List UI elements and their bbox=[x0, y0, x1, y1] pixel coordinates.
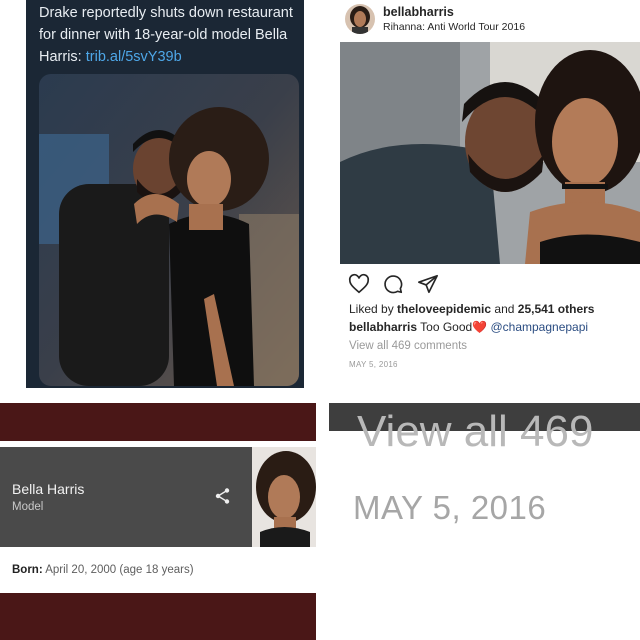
instagram-post: bellabharris Rihanna: Anti World Tour 20… bbox=[340, 0, 640, 380]
share-icon[interactable] bbox=[417, 273, 439, 295]
post-actions bbox=[348, 273, 447, 295]
heart-icon[interactable] bbox=[348, 273, 370, 295]
likes-middle: and bbox=[491, 302, 518, 316]
post-photo[interactable] bbox=[340, 42, 640, 264]
likes-user[interactable]: theloveepidemic bbox=[397, 302, 491, 316]
born-info: Born: April 20, 2000 (age 18 years) bbox=[12, 564, 194, 576]
zoomed-date-text: MAY 5, 2016 bbox=[353, 489, 547, 526]
entity-role: Model bbox=[12, 501, 44, 513]
divider-bar-top bbox=[0, 403, 316, 441]
tweet-link[interactable]: trib.al/5svY39b bbox=[86, 49, 182, 65]
entity-thumbnail-image bbox=[252, 447, 316, 547]
knowledge-card[interactable]: Bella Harris Model bbox=[0, 447, 252, 547]
caption-line: bellabharris Too Good❤️ @champagnepapi bbox=[349, 320, 588, 334]
tweet-photo-image bbox=[39, 74, 299, 386]
entity-name: Bella Harris bbox=[12, 481, 85, 497]
post-username[interactable]: bellabharris bbox=[383, 5, 454, 19]
post-location[interactable]: Rihanna: Anti World Tour 2016 bbox=[383, 21, 525, 33]
avatar[interactable] bbox=[345, 4, 375, 34]
divider-bar-bottom bbox=[0, 593, 316, 640]
caption-text: Too Good bbox=[417, 320, 473, 334]
likes-line: Liked by theloveepidemic and 25,541 othe… bbox=[349, 302, 594, 316]
post-photo-image bbox=[340, 42, 640, 264]
born-label: Born: bbox=[12, 564, 43, 576]
heart-emoji-icon: ❤️ bbox=[472, 320, 488, 334]
zoomed-date-panel: View all 469 MAY 5, 2016 bbox=[329, 403, 640, 640]
entity-thumbnail[interactable] bbox=[252, 447, 316, 547]
comment-icon[interactable] bbox=[382, 273, 404, 295]
born-value: April 20, 2000 (age 18 years) bbox=[42, 564, 194, 576]
post-date: MAY 5, 2016 bbox=[349, 360, 398, 369]
tweet-photo[interactable] bbox=[39, 74, 299, 386]
tweet-panel: Drake reportedly shuts down restaurant f… bbox=[26, 0, 304, 388]
share-icon[interactable] bbox=[214, 487, 232, 505]
caption-username[interactable]: bellabharris bbox=[349, 320, 417, 334]
likes-count[interactable]: 25,541 others bbox=[518, 302, 595, 316]
avatar-image bbox=[345, 4, 375, 34]
tweet-text: Drake reportedly shuts down restaurant f… bbox=[39, 2, 301, 68]
knowledge-card-panel: Bella Harris Model Born: April 20, 2000 … bbox=[0, 403, 316, 640]
zoomed-comments-text: View all 469 bbox=[357, 407, 594, 456]
likes-prefix: Liked by bbox=[349, 302, 398, 316]
caption-mention[interactable]: @champagnepapi bbox=[487, 320, 588, 334]
view-comments-link[interactable]: View all 469 comments bbox=[349, 340, 467, 352]
